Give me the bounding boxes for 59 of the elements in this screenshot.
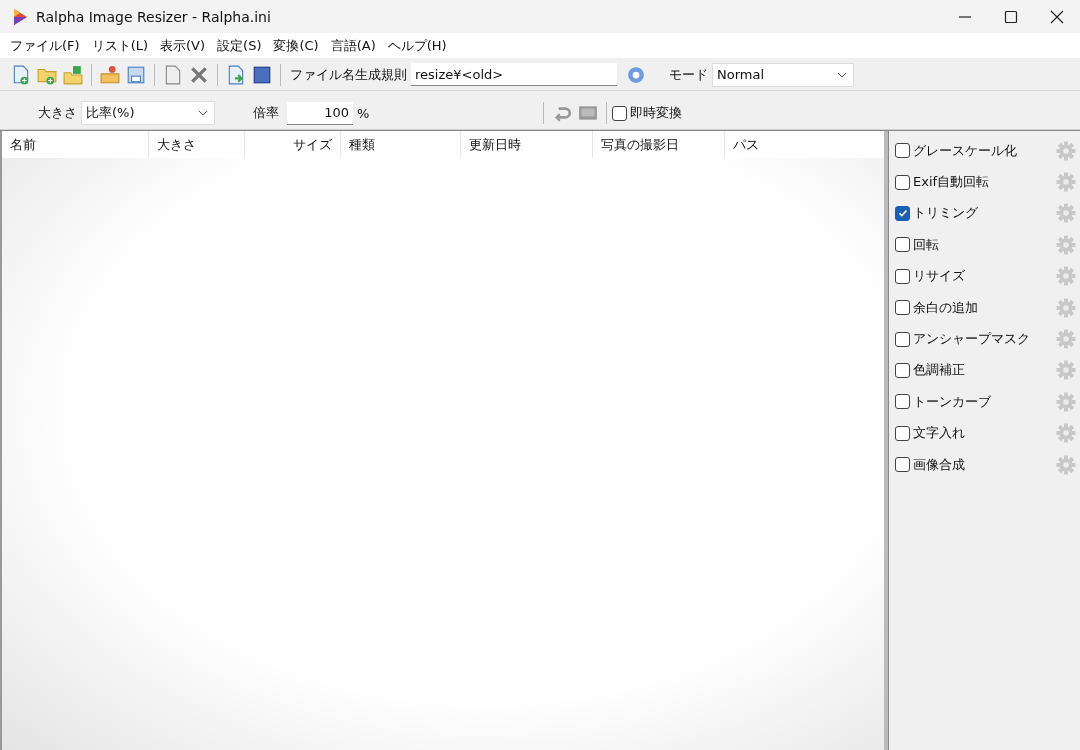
menu-item[interactable]: 設定(S) (211, 36, 268, 55)
delete-icon[interactable] (189, 64, 209, 85)
settings-icon[interactable] (1056, 172, 1076, 193)
size-dropdown[interactable]: 比率(%) (81, 101, 215, 125)
mode-dropdown[interactable]: Normal (712, 62, 854, 87)
settings-icon[interactable] (1056, 391, 1076, 412)
settings-icon[interactable] (1056, 297, 1076, 318)
option-checkbox[interactable]: トリミング (895, 204, 978, 223)
naming-rule-field[interactable]: resize¥<old> (411, 63, 617, 86)
column-header[interactable]: 種類 (341, 131, 461, 158)
option-checkbox[interactable]: 回転 (895, 235, 939, 254)
menu-item[interactable]: 言語(A) (324, 36, 382, 55)
new-document-icon[interactable] (11, 64, 31, 85)
menu-item[interactable]: ファイル(F) (4, 36, 86, 55)
option-checkbox[interactable]: Exif自動回転 (895, 173, 990, 192)
column-header[interactable]: 大きさ (149, 131, 245, 158)
option-checkbox[interactable]: トーンカーブ (895, 392, 991, 411)
document-icon[interactable] (163, 64, 183, 85)
settings-icon[interactable] (1056, 423, 1076, 444)
help-icon[interactable] (627, 65, 645, 84)
option-checkbox[interactable]: 色調補正 (895, 361, 965, 380)
ratio-label: 倍率 (252, 104, 280, 122)
option-checkbox[interactable]: 余白の追加 (895, 298, 978, 317)
settings-icon[interactable] (1056, 360, 1076, 381)
option-checkbox[interactable]: アンシャープマスク (895, 330, 1030, 349)
column-header[interactable]: 写真の撮影日 (593, 131, 725, 158)
column-header[interactable]: サイズ (245, 131, 341, 158)
naming-rule-label: ファイル名生成規則 (289, 65, 408, 84)
percent-label: % (356, 105, 371, 121)
column-header[interactable]: 更新日時 (461, 131, 593, 158)
settings-icon[interactable] (1056, 140, 1076, 161)
caret-icon (198, 110, 208, 116)
settings-icon[interactable] (1056, 329, 1076, 350)
document-arrow-icon[interactable] (226, 64, 246, 85)
column-header[interactable]: パス (725, 131, 875, 158)
settings-icon[interactable] (1056, 454, 1076, 475)
menu-item[interactable]: 表示(V) (154, 36, 212, 55)
menu-item[interactable]: リスト(L) (85, 36, 154, 55)
option-checkbox[interactable]: リサイズ (895, 267, 965, 286)
column-header[interactable]: 名前 (2, 131, 149, 158)
close-icon[interactable] (1050, 9, 1064, 24)
option-checkbox[interactable]: グレースケール化 (895, 141, 1017, 160)
frame-icon[interactable] (252, 64, 272, 85)
option-checkbox[interactable]: 文字入れ (895, 424, 965, 443)
menu-item[interactable]: ヘルプ(H) (381, 36, 453, 55)
caret-icon (837, 71, 847, 78)
settings-icon[interactable] (1056, 234, 1076, 255)
settings-icon[interactable] (1056, 203, 1076, 224)
window-title: Ralpha Image Resizer - Ralpha.ini (36, 8, 271, 25)
size-label: 大きさ (37, 104, 78, 122)
screen-icon[interactable] (578, 103, 599, 123)
mode-label: モード (668, 65, 709, 84)
settings-icon[interactable] (1056, 266, 1076, 287)
maximize-icon[interactable] (1004, 9, 1018, 24)
option-checkbox[interactable]: 画像合成 (895, 455, 965, 474)
menu-item[interactable]: 変換(C) (267, 36, 325, 55)
app-logo-icon (12, 7, 28, 26)
ratio-field[interactable]: 100 (287, 101, 353, 125)
instant-convert-checkbox[interactable]: 即時変換 (612, 104, 683, 122)
